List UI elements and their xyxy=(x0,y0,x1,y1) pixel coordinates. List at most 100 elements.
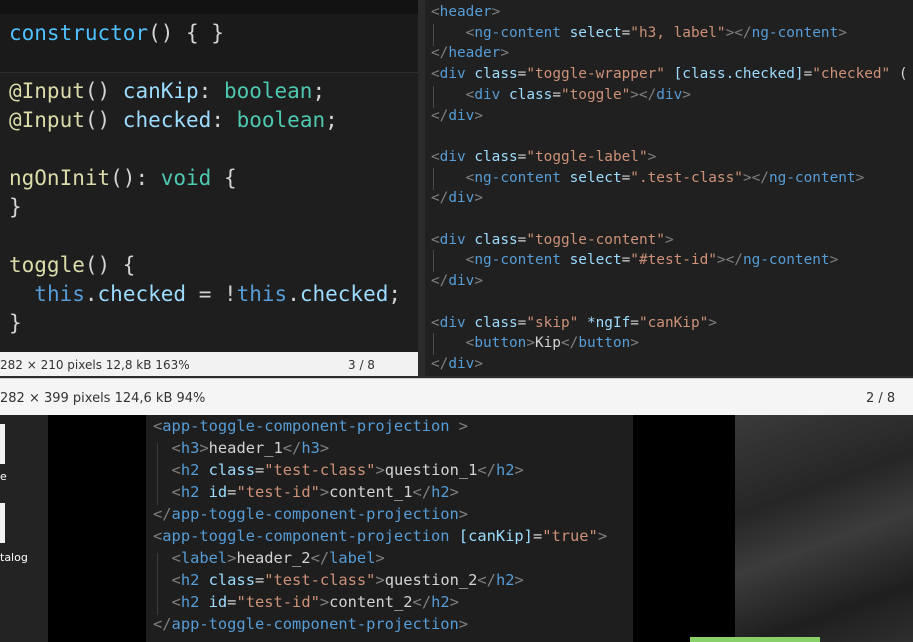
code-token: > xyxy=(708,314,717,331)
code-token: void xyxy=(160,166,212,190)
indent-guide xyxy=(433,333,434,355)
code-line: <div class="toggle-label"> xyxy=(431,147,656,168)
code-line: <div class="toggle"></div> xyxy=(431,85,691,106)
code-line: <header> xyxy=(431,2,500,23)
code-token: > xyxy=(855,169,865,186)
code-token: > xyxy=(664,231,674,248)
desktop-file-icon[interactable] xyxy=(0,503,5,543)
code-token: > xyxy=(474,273,483,290)
code-token: ; xyxy=(325,108,338,132)
code-token: > xyxy=(199,439,209,457)
code-token: ; xyxy=(312,79,326,103)
code-token: </ xyxy=(412,483,432,501)
code-token: h2 xyxy=(431,593,450,611)
code-token: "test-id" xyxy=(236,593,320,611)
code-token: content_1 xyxy=(329,483,413,501)
desktop-file-icon[interactable] xyxy=(0,424,5,464)
code-token: < xyxy=(153,571,181,589)
code-token: checked xyxy=(97,282,187,306)
code-token: () { xyxy=(84,253,136,277)
indent-guide xyxy=(433,24,434,46)
left-page-indicator[interactable]: 3 / 8 xyxy=(348,358,375,372)
code-line: } xyxy=(9,309,22,338)
code-token: > xyxy=(647,148,657,165)
code-token: header_1 xyxy=(208,439,283,457)
code-token: > xyxy=(829,252,839,269)
code-token: ng-content xyxy=(474,169,561,186)
desktop-icon-label-2[interactable]: talog xyxy=(0,551,28,564)
code-line: @Input() checked: boolean; xyxy=(9,106,338,135)
code-token: < xyxy=(431,86,475,103)
code-token: h3 xyxy=(180,439,200,457)
bottom-page-indicator[interactable]: 2 / 8 xyxy=(866,391,895,406)
code-token: div xyxy=(656,86,683,103)
code-token: > xyxy=(838,24,847,41)
code-line: constructor() { } xyxy=(9,19,224,48)
code-token: class xyxy=(465,314,518,331)
code-token: = xyxy=(621,169,631,186)
code-token: < xyxy=(431,24,475,41)
code-token: [canKip] xyxy=(449,527,533,545)
bottom-viewer-canvas: e talog < app-toggle-component-projection… xyxy=(0,415,913,642)
code-token: h2 xyxy=(431,483,450,501)
code-line: <div class = "toggle-wrapper" [class.check… xyxy=(431,64,908,85)
code-token: canKip xyxy=(122,79,199,103)
code-line: </div> xyxy=(431,354,483,375)
code-line: <ng-content select="h3, label"></ng-cont… xyxy=(431,23,847,44)
code-token: </ xyxy=(431,273,449,290)
code-token: ></ xyxy=(716,252,743,269)
code-token: div xyxy=(448,107,475,124)
code-token: = xyxy=(630,314,639,331)
code-token: div xyxy=(448,273,475,290)
code-token: </ xyxy=(560,335,579,352)
code-token: : xyxy=(211,108,237,132)
code-token: class xyxy=(465,148,518,165)
code-token: app-toggle-component-projection xyxy=(162,417,450,435)
code-token: ng-content xyxy=(768,169,856,186)
code-token: > xyxy=(682,86,691,103)
code-line: <h2 class="test-class">question_1</h2> xyxy=(153,459,524,481)
code-token: ngOnInit xyxy=(9,166,111,190)
code-token: h2 xyxy=(180,593,200,611)
code-token: > xyxy=(319,593,330,611)
code-token: < xyxy=(431,148,440,165)
code-token: class xyxy=(199,571,255,589)
code-token: "toggle" xyxy=(560,86,631,103)
code-token: > xyxy=(526,335,535,352)
code-token: > xyxy=(449,483,459,501)
code-token: () xyxy=(84,108,123,132)
code-token: ng-content xyxy=(474,24,561,41)
code-token: app-toggle-component-projection xyxy=(162,527,450,545)
code-token: this xyxy=(236,282,288,306)
code-token: question_2 xyxy=(384,571,478,589)
code-line: } xyxy=(9,193,22,222)
desktop-area: e talog xyxy=(0,415,48,642)
code-token: < xyxy=(431,169,475,186)
code-line: <ng-content select="#test-id"></ng-conte… xyxy=(431,250,839,271)
code-token: = xyxy=(254,461,265,479)
code-token: > xyxy=(375,549,385,567)
code-token: "toggle-label" xyxy=(526,148,648,165)
code-token: header xyxy=(439,4,492,20)
bottom-image-info: 282 × 399 pixels 124,6 kB 94% xyxy=(0,391,206,406)
code-token: > xyxy=(375,571,385,589)
code-token: checked xyxy=(299,282,389,306)
code-token: ng-content xyxy=(742,252,830,269)
code-line: </header> xyxy=(431,43,509,64)
code-token: </ xyxy=(477,571,496,589)
code-token: class xyxy=(465,231,518,248)
code-token: </ xyxy=(477,461,496,479)
code-token: ng-content xyxy=(751,24,839,41)
code-token: ></ xyxy=(630,86,657,103)
code-token: div xyxy=(439,231,466,248)
code-token: > xyxy=(449,417,469,435)
code-token: > xyxy=(630,335,639,352)
desktop-icon-label-1[interactable]: e xyxy=(0,470,7,483)
left-image-info: 282 × 210 pixels 12,8 kB 163% xyxy=(0,358,190,372)
code-token: = xyxy=(803,66,813,83)
code-token: header xyxy=(448,45,501,62)
code-token: </ xyxy=(431,355,449,372)
code-token: </ xyxy=(431,107,449,124)
code-token: boolean xyxy=(236,108,326,132)
